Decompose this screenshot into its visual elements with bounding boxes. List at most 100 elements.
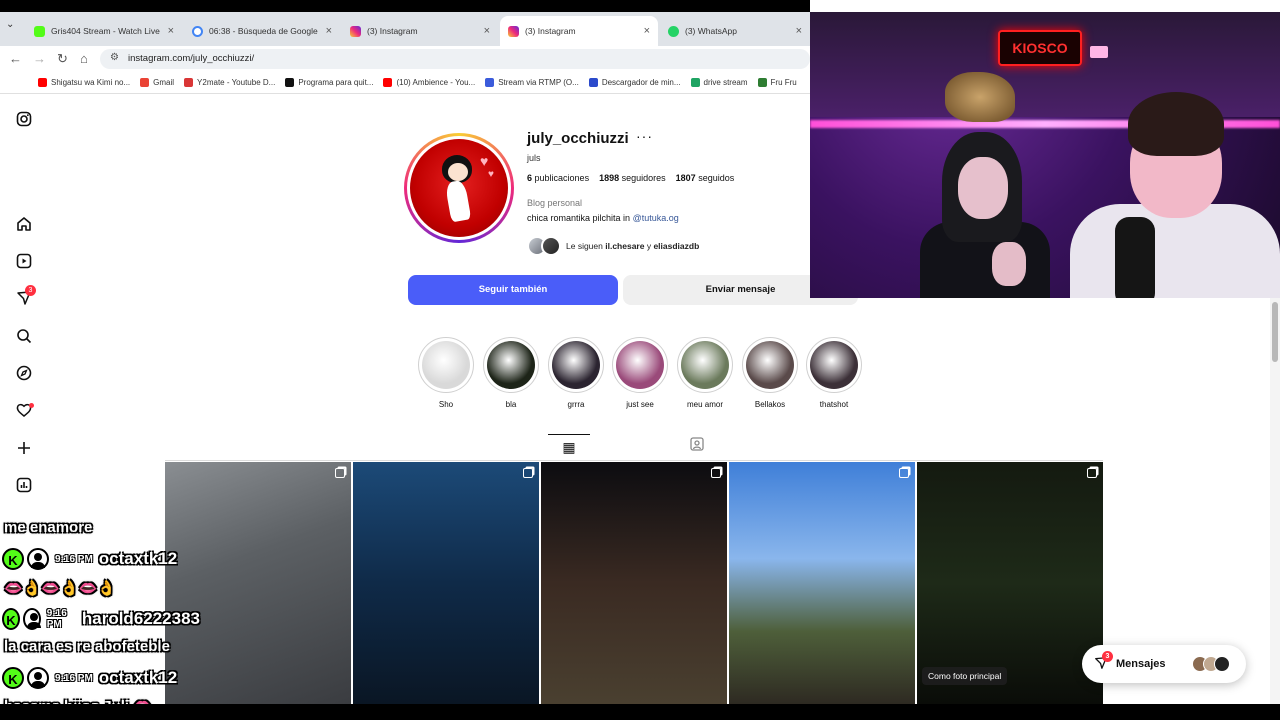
chat-time: 9:16 PM: [55, 672, 93, 684]
profile-avatar[interactable]: ♥ ♥: [404, 133, 514, 243]
instagram-logo-icon[interactable]: [14, 111, 34, 131]
bookmark-item[interactable]: drive stream: [690, 78, 748, 87]
user-avatar-icon: [27, 548, 49, 570]
reels-icon[interactable]: [14, 253, 34, 273]
highlight-item[interactable]: thatshot: [806, 337, 862, 409]
bookmark-favicon-icon: [285, 78, 295, 87]
forward-icon[interactable]: →: [33, 51, 46, 66]
kick-logo-icon: K: [2, 608, 20, 630]
instagram-favicon-icon: [508, 25, 519, 37]
neon-sign: KIOSCO: [998, 30, 1082, 66]
tooltip: Como foto principal: [922, 667, 1008, 685]
highlight-label: grrra: [567, 400, 585, 409]
reload-icon[interactable]: ↻: [57, 51, 68, 67]
bookmark-item[interactable]: Stream via RTMP (O...: [485, 78, 579, 87]
posts-stat: 6 publicaciones: [527, 173, 590, 183]
highlight-item[interactable]: Sho: [418, 337, 474, 409]
screen: ⌄ Gris404 Stream - Watch Live on × 06:38…: [0, 0, 1280, 720]
bio-mention-link[interactable]: @tutuka.og: [633, 213, 679, 223]
messages-pill[interactable]: 3 Mensajes: [1082, 645, 1246, 683]
address-bar[interactable]: ⚙ instagram.com/july_occhiuzzi/: [100, 49, 810, 69]
close-tab-icon[interactable]: ×: [326, 25, 332, 37]
bookmark-item[interactable]: Programa para quit...: [285, 78, 373, 87]
heart-icon: ♥: [488, 169, 494, 180]
highlight-item[interactable]: grrra: [548, 337, 604, 409]
profile-full-name: juls: [527, 153, 541, 163]
bookmark-favicon-icon: [485, 78, 495, 87]
create-icon[interactable]: [14, 440, 34, 460]
highlight-cover: [552, 341, 600, 389]
tab-whatsapp[interactable]: (3) WhatsApp ×: [660, 16, 810, 46]
highlight-label: thatshot: [819, 400, 849, 409]
bookmark-favicon-icon: [140, 78, 150, 87]
back-icon[interactable]: ←: [9, 51, 22, 66]
post-thumbnail[interactable]: [729, 462, 915, 704]
messages-label: Mensajes: [1116, 658, 1166, 670]
highlight-item[interactable]: just see: [612, 337, 668, 409]
chat-time: 9:16 PM: [46, 608, 67, 630]
chat-message-text: la cara es re abofeteble: [4, 638, 170, 655]
cat-figure: [945, 72, 1015, 122]
close-tab-icon[interactable]: ×: [796, 25, 802, 37]
bookmark-item[interactable]: Gmail: [140, 78, 174, 87]
bookmark-item[interactable]: Y2mate - Youtube D...: [184, 78, 275, 87]
close-tab-icon[interactable]: ×: [168, 25, 174, 37]
tab-instagram-1[interactable]: (3) Instagram ×: [342, 16, 498, 46]
bookmark-item[interactable]: Shigatsu wa Kimi no...: [38, 78, 130, 87]
kick-logo-icon: K: [2, 548, 24, 570]
profile-username: july_occhiuzzi: [527, 130, 629, 147]
messages-icon[interactable]: 3: [14, 285, 36, 310]
browser-toolbar: ← → ↻ ⌂ ⚙ instagram.com/july_occhiuzzi/: [0, 46, 810, 72]
carousel-icon: [899, 468, 909, 478]
tab-search-icon[interactable]: ⌄: [6, 19, 14, 30]
highlight-cover: [810, 341, 858, 389]
chat-username: octaxtk12: [98, 549, 178, 568]
user-avatar-icon: [22, 608, 41, 630]
posts-grid-tab[interactable]: ▦: [548, 434, 590, 460]
explore-icon[interactable]: [14, 365, 34, 385]
highlight-item[interactable]: meu amor: [677, 337, 733, 409]
post-thumbnail[interactable]: [541, 462, 727, 704]
highlight-cover: [681, 341, 729, 389]
highlight-item[interactable]: bla: [483, 337, 539, 409]
tab-google-search[interactable]: 06:38 - Búsqueda de Google ×: [184, 16, 340, 46]
bookmark-favicon-icon: [184, 78, 194, 87]
tab-instagram-active[interactable]: (3) Instagram ×: [500, 16, 658, 46]
search-icon[interactable]: [14, 328, 34, 348]
highlight-item[interactable]: Bellakos: [742, 337, 798, 409]
dashboard-icon[interactable]: [14, 477, 34, 497]
kick-favicon-icon: [34, 25, 45, 37]
close-tab-icon[interactable]: ×: [644, 25, 650, 37]
followed-by[interactable]: Le siguen il.chesare y eliasdiazdb: [527, 236, 699, 256]
tab-kick-stream[interactable]: Gris404 Stream - Watch Live on ×: [26, 16, 182, 46]
follow-back-button[interactable]: Seguir también: [408, 275, 618, 305]
chat-message-header: K 9:16 PM octaxtk12: [2, 667, 177, 689]
profile-stats: 6 publicaciones 1898 seguidores 1807 seg…: [527, 173, 734, 183]
bookmarks-bar: Shigatsu wa Kimi no... Gmail Y2mate - Yout…: [0, 72, 810, 94]
carousel-icon: [711, 468, 721, 478]
page-scrollbar[interactable]: [1270, 298, 1280, 708]
home-icon[interactable]: [14, 216, 34, 236]
url-text: instagram.com/july_occhiuzzi/: [128, 53, 255, 64]
whatsapp-favicon-icon: [668, 25, 679, 37]
notifications-icon[interactable]: [14, 402, 34, 422]
bookmark-item[interactable]: Fru Fru: [757, 78, 797, 87]
more-options-icon[interactable]: ···: [636, 128, 653, 144]
post-thumbnail[interactable]: [353, 462, 539, 704]
carousel-icon: [523, 468, 533, 478]
home-button-icon[interactable]: ⌂: [80, 51, 88, 66]
tagged-tab[interactable]: [690, 437, 704, 454]
bookmark-item[interactable]: Descargador de min...: [588, 78, 681, 87]
stream-chat-overlay: me enamore K 9:16 PM octaxtk12 👄👌👄👌👄👌 K 9:16 P…: [0, 515, 200, 720]
browser-tabstrip: ⌄ Gris404 Stream - Watch Live on × 06:38…: [0, 0, 810, 46]
bookmark-favicon-icon: [690, 78, 700, 87]
following-stat[interactable]: 1807 seguidos: [676, 173, 735, 183]
followers-stat[interactable]: 1898 seguidores: [599, 173, 666, 183]
messages-icon: 3: [1094, 650, 1113, 673]
site-info-icon[interactable]: ⚙: [110, 52, 119, 63]
highlight-cover: [487, 341, 535, 389]
close-tab-icon[interactable]: ×: [484, 25, 490, 37]
carousel-icon: [335, 468, 345, 478]
highlight-label: Sho: [438, 400, 454, 409]
bookmark-item[interactable]: (10) Ambience - You...: [383, 78, 475, 87]
